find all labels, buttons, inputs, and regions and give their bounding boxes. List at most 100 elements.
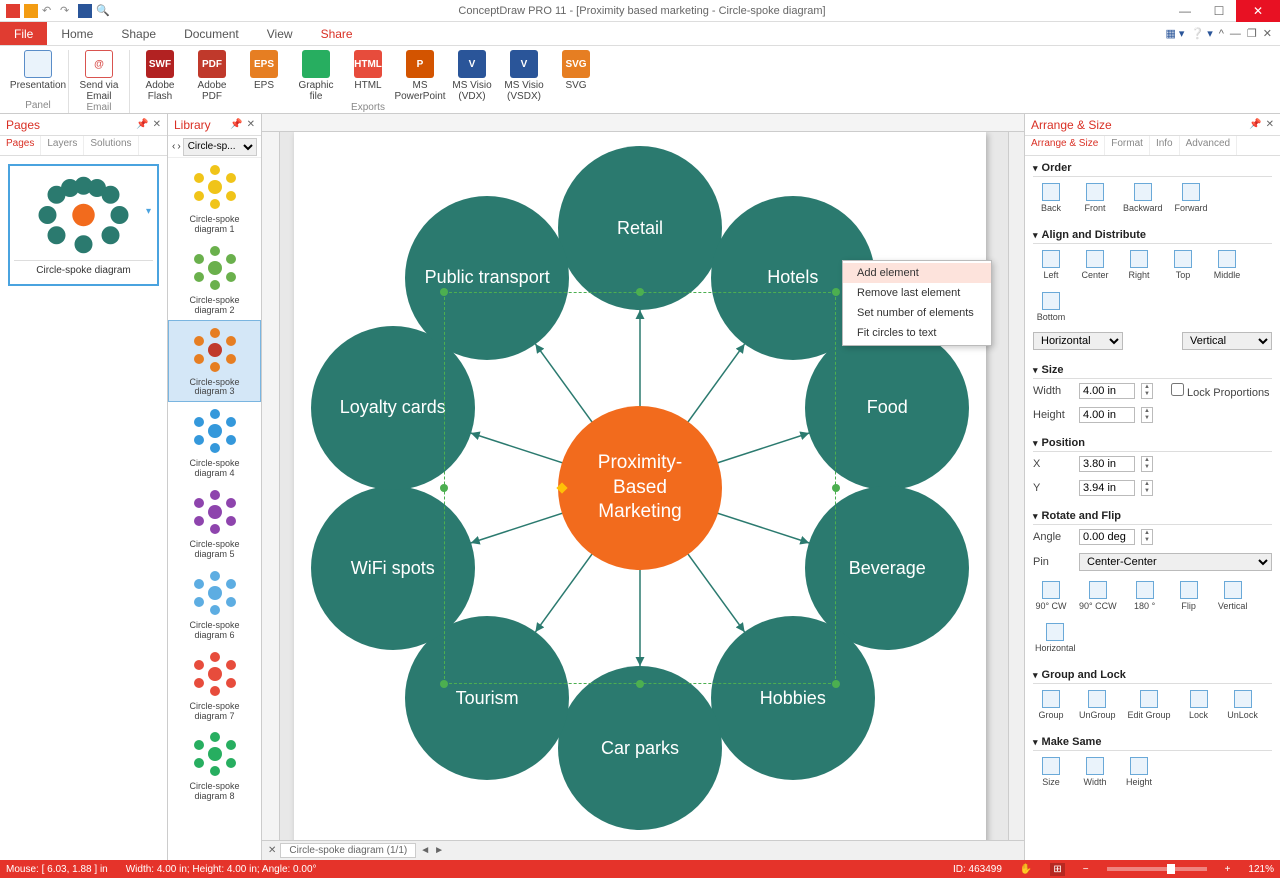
send-email-button[interactable]: @ Send via Email bbox=[75, 50, 123, 102]
makesame-width-button[interactable]: Width bbox=[1079, 757, 1111, 787]
maximize-button[interactable]: ☐ bbox=[1202, 0, 1236, 22]
group-ungroup-button[interactable]: UnGroup bbox=[1079, 690, 1116, 720]
tab-pages[interactable]: Pages bbox=[0, 136, 41, 155]
export-adobe-flash-button[interactable]: SWFAdobe Flash bbox=[136, 50, 184, 102]
library-item[interactable]: Circle-spoke diagram 4 bbox=[168, 402, 261, 483]
page-thumbnail[interactable]: ▾ Circle-spoke diagram bbox=[8, 164, 159, 286]
rotate---button[interactable]: 180 ° bbox=[1129, 581, 1161, 611]
canvas[interactable]: Proximity-Based MarketingRetailHotelsFoo… bbox=[280, 132, 1008, 840]
ctx-remove-last[interactable]: Remove last element bbox=[843, 283, 991, 303]
selection-handle[interactable] bbox=[440, 288, 448, 296]
makesame-size-button[interactable]: Size bbox=[1035, 757, 1067, 787]
lib-prev-icon[interactable]: ‹ bbox=[172, 141, 175, 152]
ctx-set-number[interactable]: Set number of elements bbox=[843, 303, 991, 323]
tab-nav-right-icon[interactable]: ► bbox=[434, 845, 444, 856]
page-tab[interactable]: Circle-spoke diagram (1/1) bbox=[280, 843, 416, 858]
export-ms-powerpoint-button[interactable]: PMS PowerPoint bbox=[396, 50, 444, 102]
export-html-button[interactable]: HTMLHTML bbox=[344, 50, 392, 102]
spoke-circle[interactable]: Retail bbox=[558, 146, 722, 310]
file-tab[interactable]: File bbox=[0, 22, 47, 45]
height-input[interactable] bbox=[1079, 407, 1135, 423]
tab-info[interactable]: Info bbox=[1150, 136, 1180, 155]
library-item[interactable]: Circle-spoke diagram 1 bbox=[168, 158, 261, 239]
section-size[interactable]: Size bbox=[1033, 362, 1272, 379]
menu-share[interactable]: Share bbox=[307, 22, 367, 45]
spoke-circle[interactable]: Car parks bbox=[558, 666, 722, 830]
export-adobe-pdf-button[interactable]: PDFAdobe PDF bbox=[188, 50, 236, 102]
x-spinner[interactable]: ▲▼ bbox=[1141, 456, 1153, 472]
open-icon[interactable] bbox=[24, 4, 38, 18]
section-position[interactable]: Position bbox=[1033, 435, 1272, 452]
selection-handle[interactable] bbox=[636, 288, 644, 296]
tab-add-icon[interactable]: ✕ bbox=[268, 845, 276, 856]
align-middle-button[interactable]: Middle bbox=[1211, 250, 1243, 280]
help-icon[interactable]: ❔ ▾ bbox=[1190, 27, 1212, 40]
tab-format[interactable]: Format bbox=[1105, 136, 1150, 155]
order-backward-button[interactable]: Backward bbox=[1123, 183, 1163, 213]
order-back-button[interactable]: Back bbox=[1035, 183, 1067, 213]
ctx-fit-circles[interactable]: Fit circles to text bbox=[843, 323, 991, 343]
align-top-button[interactable]: Top bbox=[1167, 250, 1199, 280]
zoom-in-icon[interactable]: + bbox=[1225, 864, 1231, 875]
selection-handle[interactable] bbox=[832, 484, 840, 492]
save-icon[interactable] bbox=[78, 4, 92, 18]
align-center-button[interactable]: Center bbox=[1079, 250, 1111, 280]
export-ms-visio-vdx--button[interactable]: VMS Visio (VDX) bbox=[448, 50, 496, 102]
collapse-ribbon-icon[interactable]: ^ bbox=[1219, 28, 1224, 40]
library-item[interactable]: Circle-spoke diagram 6 bbox=[168, 564, 261, 645]
zoom-slider[interactable] bbox=[1107, 867, 1207, 871]
library-item[interactable]: Circle-spoke diagram 8 bbox=[168, 725, 261, 806]
hand-tool-icon[interactable]: ✋ bbox=[1020, 864, 1032, 875]
scrollbar-vertical[interactable] bbox=[1008, 132, 1024, 840]
align-left-button[interactable]: Left bbox=[1035, 250, 1067, 280]
section-makesame[interactable]: Make Same bbox=[1033, 734, 1272, 751]
rotate-horizontal-button[interactable]: Horizontal bbox=[1035, 623, 1076, 653]
selection-handle[interactable] bbox=[440, 484, 448, 492]
pin-select[interactable]: Center-Center bbox=[1079, 553, 1272, 571]
lock-proportions-checkbox[interactable] bbox=[1171, 383, 1184, 396]
section-rotate[interactable]: Rotate and Flip bbox=[1033, 508, 1272, 525]
align-bottom-button[interactable]: Bottom bbox=[1035, 292, 1067, 322]
grid-icon[interactable]: ▦ ▾ bbox=[1165, 27, 1184, 40]
library-item[interactable]: Circle-spoke diagram 2 bbox=[168, 239, 261, 320]
menu-document[interactable]: Document bbox=[170, 22, 253, 45]
undo-icon[interactable]: ↶ bbox=[42, 4, 56, 18]
tab-solutions[interactable]: Solutions bbox=[84, 136, 138, 155]
y-input[interactable] bbox=[1079, 480, 1135, 496]
group-edit-group-button[interactable]: Edit Group bbox=[1128, 690, 1171, 720]
close-panel-icon[interactable]: ✕ bbox=[1266, 119, 1274, 130]
section-align[interactable]: Align and Distribute bbox=[1033, 227, 1272, 244]
close-panel-icon[interactable]: ✕ bbox=[153, 119, 161, 130]
menu-view[interactable]: View bbox=[253, 22, 307, 45]
drawing-page[interactable]: Proximity-Based MarketingRetailHotelsFoo… bbox=[294, 132, 986, 840]
selection-handle[interactable] bbox=[832, 288, 840, 296]
library-item[interactable]: Circle-spoke diagram 3 bbox=[168, 320, 261, 403]
group-group-button[interactable]: Group bbox=[1035, 690, 1067, 720]
order-forward-button[interactable]: Forward bbox=[1175, 183, 1208, 213]
group-lock-button[interactable]: Lock bbox=[1183, 690, 1215, 720]
export-svg-button[interactable]: SVGSVG bbox=[552, 50, 600, 102]
tab-arrange[interactable]: Arrange & Size bbox=[1025, 136, 1105, 155]
order-front-button[interactable]: Front bbox=[1079, 183, 1111, 213]
ctx-add-element[interactable]: Add element bbox=[843, 263, 991, 283]
rotate--ccw-button[interactable]: 90° CCW bbox=[1079, 581, 1117, 611]
tab-nav-left-icon[interactable]: ◄ bbox=[420, 845, 430, 856]
rotate-vertical-button[interactable]: Vertical bbox=[1217, 581, 1249, 611]
redo-icon[interactable]: ↷ bbox=[60, 4, 74, 18]
pin-icon[interactable]: 📌 bbox=[1249, 119, 1261, 130]
new-doc-icon[interactable] bbox=[6, 4, 20, 18]
width-spinner[interactable]: ▲▼ bbox=[1141, 383, 1153, 399]
library-dropdown[interactable]: Circle-sp... bbox=[183, 138, 257, 156]
selection-handle[interactable] bbox=[832, 680, 840, 688]
close-button[interactable]: ✕ bbox=[1236, 0, 1280, 22]
menu-home[interactable]: Home bbox=[47, 22, 107, 45]
lib-next-icon[interactable]: › bbox=[177, 141, 180, 152]
thumb-chevron-icon[interactable]: ▾ bbox=[146, 206, 151, 217]
min2-icon[interactable]: — bbox=[1230, 28, 1241, 40]
tab-layers[interactable]: Layers bbox=[41, 136, 84, 155]
export-graphic-file-button[interactable]: Graphic file bbox=[292, 50, 340, 102]
y-spinner[interactable]: ▲▼ bbox=[1141, 480, 1153, 496]
export-ms-visio-vsdx--button[interactable]: VMS Visio (VSDX) bbox=[500, 50, 548, 102]
rotate-flip-button[interactable]: Flip bbox=[1173, 581, 1205, 611]
selection-handle[interactable] bbox=[440, 680, 448, 688]
